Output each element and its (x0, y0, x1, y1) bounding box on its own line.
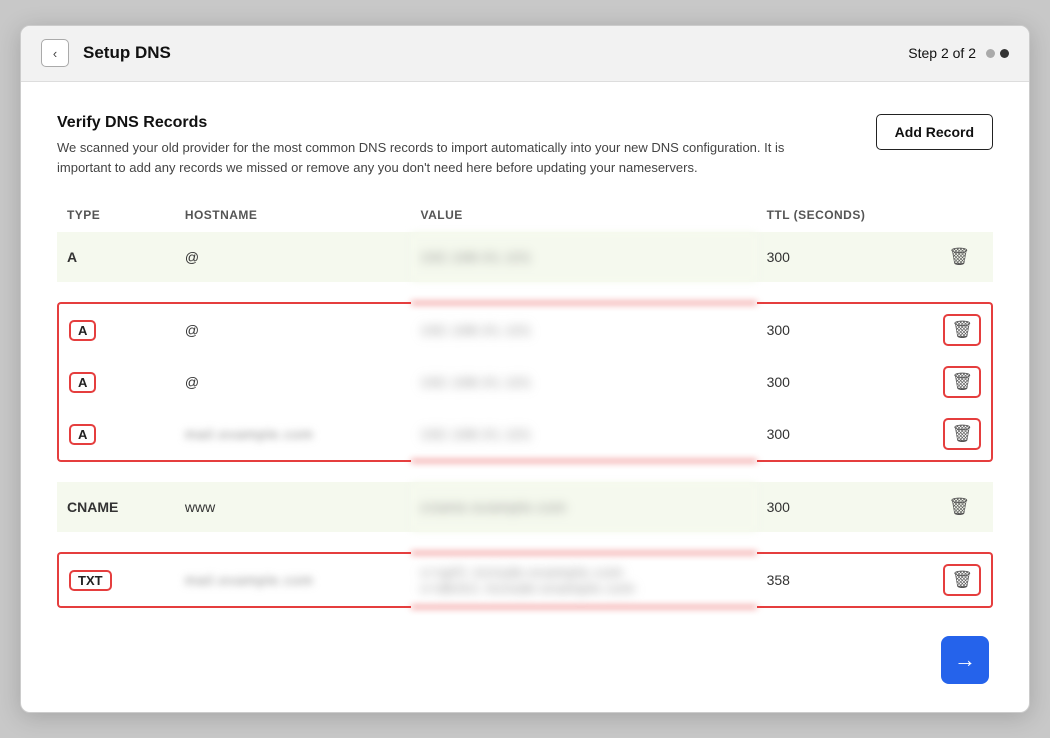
record-hostname: @ (175, 302, 411, 356)
back-icon: ‹ (53, 46, 57, 61)
titlebar-right: Step 2 of 2 (908, 45, 1009, 61)
section-title: Verify DNS Records (57, 114, 787, 132)
type-badge: A (69, 320, 96, 341)
record-hostname: mail.example.com (175, 552, 411, 608)
record-hostname: mail.example.com (175, 408, 411, 462)
table-header-row: TYPE HOSTNAME VALUE TTL (SECONDS) (57, 202, 993, 232)
table-row: A @ 192.168.01.101 300 🗑 (57, 356, 993, 408)
next-button[interactable]: → (941, 636, 989, 684)
trash-icon: 🗑 (951, 570, 973, 590)
row-spacer (57, 462, 993, 482)
section-description: We scanned your old provider for the mos… (57, 138, 787, 178)
type-badge: TXT (69, 570, 112, 591)
row-spacer (57, 532, 993, 552)
record-type: A (57, 408, 175, 462)
record-value: cname.example.com (411, 482, 757, 532)
col-value: VALUE (411, 202, 757, 232)
trash-icon: 🗑 (951, 372, 973, 392)
record-value: 192.168.01.101 (411, 302, 757, 356)
type-badge: A (69, 424, 96, 445)
main-window: ‹ Setup DNS Step 2 of 2 Verify DNS Recor… (20, 25, 1030, 713)
record-type: A (57, 356, 175, 408)
step-dot-1 (986, 49, 995, 58)
back-button[interactable]: ‹ (41, 39, 69, 67)
record-value: 192.168.01.101 (411, 232, 757, 282)
footer: → (57, 636, 993, 684)
trash-icon: 🗑 (951, 320, 973, 340)
delete-button[interactable]: 🗑 (943, 366, 981, 398)
delete-button[interactable]: 🗑 (943, 492, 975, 522)
record-type: A (57, 232, 175, 282)
titlebar: ‹ Setup DNS Step 2 of 2 (21, 26, 1029, 82)
record-type: A (57, 302, 175, 356)
table-row: A mail.example.com 192.168.01.101 300 🗑 (57, 408, 993, 462)
type-badge: A (69, 372, 96, 393)
col-ttl: TTL (SECONDS) (757, 202, 934, 232)
delete-cell: 🗑 (933, 482, 993, 532)
trash-icon: 🗑 (948, 247, 970, 267)
table-row: A @ 192.168.01.101 300 🗑 (57, 302, 993, 356)
record-hostname: @ (175, 232, 411, 282)
record-value: 192.168.01.101 (411, 356, 757, 408)
trash-icon: 🗑 (951, 424, 973, 444)
record-hostname: www (175, 482, 411, 532)
trash-icon: 🗑 (948, 497, 970, 517)
page-title: Setup DNS (83, 43, 171, 63)
section-header: Verify DNS Records We scanned your old p… (57, 114, 993, 178)
step-dot-2 (1000, 49, 1009, 58)
record-value: 192.168.01.101 (411, 408, 757, 462)
delete-cell: 🗑 (933, 408, 993, 462)
delete-button[interactable]: 🗑 (943, 564, 981, 596)
delete-cell: 🗑 (933, 302, 993, 356)
record-ttl: 300 (757, 356, 934, 408)
delete-cell: 🗑 (933, 356, 993, 408)
record-type: TXT (57, 552, 175, 608)
record-value: v=spf1 include:example.com v=dkim1 inclu… (411, 552, 757, 608)
dns-records-table: TYPE HOSTNAME VALUE TTL (SECONDS) A @ 19… (57, 202, 993, 608)
step-dots (986, 49, 1009, 58)
delete-button[interactable]: 🗑 (943, 314, 981, 346)
delete-button[interactable]: 🗑 (943, 242, 975, 272)
col-hostname: HOSTNAME (175, 202, 411, 232)
record-ttl: 300 (757, 302, 934, 356)
delete-button[interactable]: 🗑 (943, 418, 981, 450)
record-ttl: 300 (757, 408, 934, 462)
record-hostname: @ (175, 356, 411, 408)
arrow-right-icon: → (954, 647, 976, 673)
record-ttl: 300 (757, 482, 934, 532)
col-type: TYPE (57, 202, 175, 232)
table-row: CNAME www cname.example.com 300 🗑 (57, 482, 993, 532)
record-ttl: 300 (757, 232, 934, 282)
section-info: Verify DNS Records We scanned your old p… (57, 114, 787, 178)
delete-cell: 🗑 (933, 232, 993, 282)
content-area: Verify DNS Records We scanned your old p… (21, 82, 1029, 712)
table-row: TXT mail.example.com v=spf1 include:exam… (57, 552, 993, 608)
add-record-button[interactable]: Add Record (876, 114, 993, 150)
step-indicator: Step 2 of 2 (908, 45, 976, 61)
record-type: CNAME (57, 482, 175, 532)
row-spacer (57, 282, 993, 302)
delete-cell: 🗑 (933, 552, 993, 608)
col-actions (933, 202, 993, 232)
record-ttl: 358 (757, 552, 934, 608)
table-row: A @ 192.168.01.101 300 🗑 (57, 232, 993, 282)
